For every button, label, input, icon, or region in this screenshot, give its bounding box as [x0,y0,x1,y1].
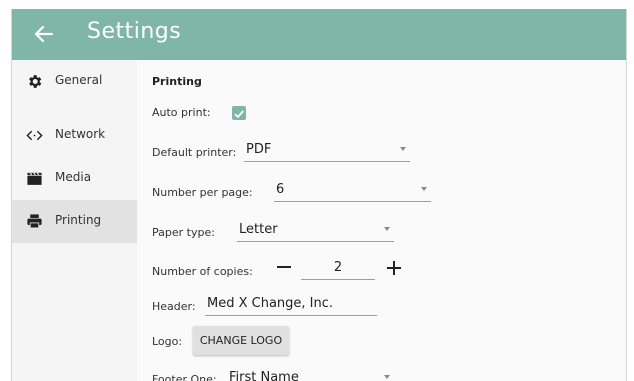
logo-label: Logo: [152,335,183,348]
sidebar-item-network[interactable]: Network [12,114,137,157]
default-printer-label: Default printer: [152,146,237,159]
printing-settings-panel: Printing Auto print: Default printer: PD… [137,60,626,381]
app-header: Settings [12,9,626,60]
printer-icon [27,214,42,229]
default-printer-value: PDF [246,142,272,157]
auto-print-label: Auto print: [152,106,211,119]
clapperboard-icon [27,172,42,185]
sidebar-item-label: Network [55,127,106,141]
auto-print-checkbox[interactable] [232,106,246,120]
sidebar: General Network Media Printing [12,60,137,381]
section-title: Printing [152,75,202,88]
copies-value: 2 [333,260,343,275]
sidebar-item-media[interactable]: Media [12,157,137,200]
chevron-down-icon [384,375,390,379]
paper-type-select[interactable]: Letter [237,219,394,242]
minus-icon [277,266,291,268]
default-printer-select[interactable]: PDF [244,139,410,162]
number-per-page-select[interactable]: 6 [274,179,431,202]
arrow-left-icon [34,25,54,43]
copies-input[interactable]: 2 [301,257,375,280]
sidebar-item-label: Printing [55,213,102,227]
plus-icon [387,261,401,275]
settings-window: Settings General Network Media Printing … [11,9,627,381]
number-per-page-value: 6 [276,182,285,197]
paper-type-label: Paper type: [152,226,215,239]
header-label: Header: [152,300,196,313]
chevron-down-icon [384,227,390,231]
sidebar-item-printing[interactable]: Printing [12,200,137,243]
code-arrows-icon [26,130,43,141]
paper-type-value: Letter [239,222,278,237]
gear-icon [29,75,42,88]
sidebar-item-general[interactable]: General [12,60,137,103]
header-value: Med X Change, Inc. [207,296,334,311]
chevron-down-icon [400,147,406,151]
change-logo-label: CHANGE LOGO [199,334,283,347]
footer-one-value: First Name [229,370,299,381]
increment-button[interactable] [384,257,404,277]
header-input[interactable]: Med X Change, Inc. [205,293,377,316]
footer-one-select[interactable]: First Name [227,367,394,381]
checkmark-icon [234,110,244,119]
sidebar-item-label: General [55,73,103,87]
change-logo-button[interactable]: CHANGE LOGO [193,326,289,355]
chevron-down-icon [421,187,427,191]
page-title: Settings [87,19,182,44]
back-button[interactable] [30,20,58,48]
number-per-page-label: Number per page: [152,186,253,199]
footer-one-label: Footer One: [152,373,217,381]
copies-label: Number of copies: [152,265,253,278]
sidebar-item-label: Media [55,170,92,184]
decrement-button[interactable] [274,257,294,277]
